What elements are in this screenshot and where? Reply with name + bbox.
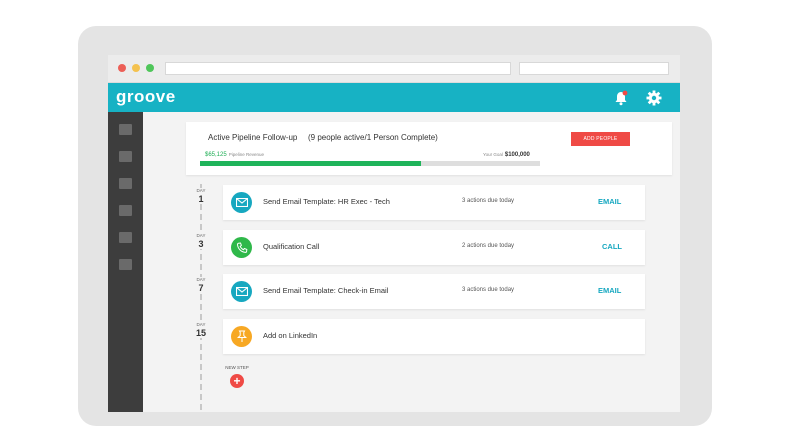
app-window: groove Active Pipeline Follow-up (9 peop…: [108, 55, 680, 412]
email-icon: [231, 281, 252, 302]
progress-track: [200, 161, 540, 166]
add-people-button[interactable]: ADD PEOPLE: [571, 132, 630, 146]
sequence-step[interactable]: Send Email Template: HR Exec - Tech 3 ac…: [223, 185, 645, 220]
day-marker: DAY 15: [185, 322, 217, 338]
sequence-summary-card: Active Pipeline Follow-up (9 people acti…: [186, 122, 672, 175]
step-name: Add on LinkedIn: [263, 331, 318, 340]
timeline-line: [200, 184, 202, 410]
sidebar-item-1[interactable]: [119, 124, 132, 135]
goal-value: $100,000: [504, 152, 530, 158]
day-number: 3: [198, 239, 204, 249]
day-marker: DAY 1: [185, 188, 217, 204]
day-label: DAY: [196, 322, 206, 327]
sequence-title: Active Pipeline Follow-up: [208, 133, 298, 142]
main-content: Active Pipeline Follow-up (9 people acti…: [143, 112, 680, 412]
groove-logo[interactable]: groove: [116, 87, 176, 107]
add-step-button[interactable]: +: [230, 374, 244, 388]
gear-icon[interactable]: [645, 89, 663, 107]
day-label: DAY: [196, 188, 206, 193]
goal-label: Your Goal: [483, 152, 503, 157]
sequence-status: (9 people active/1 Person Complete): [308, 133, 438, 142]
sidebar: [108, 112, 143, 412]
day-number: 1: [198, 194, 204, 204]
revenue-value: $65,125: [205, 152, 227, 158]
step-name: Qualification Call: [263, 242, 320, 251]
step-name: Send Email Template: Check-in Email: [263, 286, 389, 295]
day-label: DAY: [196, 277, 206, 282]
pipeline-revenue: $65,125 Pipeline Revenue: [205, 152, 264, 158]
step-due: 2 actions due today: [462, 243, 515, 249]
phone-icon: [231, 237, 252, 258]
minimize-window-dot[interactable]: [132, 64, 140, 72]
step-due: 3 actions due today: [462, 198, 515, 204]
day-label: DAY: [196, 233, 206, 238]
day-number: 7: [198, 283, 204, 293]
sidebar-item-2[interactable]: [119, 151, 132, 162]
maximize-window-dot[interactable]: [146, 64, 154, 72]
email-icon: [231, 192, 252, 213]
app-header: groove: [108, 83, 680, 112]
email-action-link[interactable]: EMAIL: [598, 197, 621, 206]
address-bar[interactable]: [165, 62, 511, 75]
step-due: 3 actions due today: [462, 287, 515, 293]
new-step-label: NEW STEP: [225, 365, 249, 370]
goal: Your Goal $100,000: [483, 152, 530, 158]
day-marker: DAY 3: [185, 233, 217, 249]
sidebar-item-5[interactable]: [119, 232, 132, 243]
sidebar-item-6[interactable]: [119, 259, 132, 270]
bell-icon[interactable]: [612, 89, 630, 107]
step-name: Send Email Template: HR Exec - Tech: [263, 197, 390, 206]
day-marker: DAY 7: [185, 277, 217, 293]
sidebar-item-3[interactable]: [119, 178, 132, 189]
sidebar-item-4[interactable]: [119, 205, 132, 216]
linkedin-pin-icon: [231, 326, 252, 347]
email-action-link[interactable]: EMAIL: [598, 286, 621, 295]
browser-chrome: [108, 55, 680, 83]
progress-fill: [200, 161, 421, 166]
revenue-label: Pipeline Revenue: [228, 152, 264, 157]
sequence-step[interactable]: Add on LinkedIn: [223, 319, 645, 354]
sequence-step[interactable]: Qualification Call 2 actions due today C…: [223, 230, 645, 265]
sequence-step[interactable]: Send Email Template: Check-in Email 3 ac…: [223, 274, 645, 309]
new-step: NEW STEP: [222, 365, 252, 370]
browser-search-bar[interactable]: [519, 62, 669, 75]
close-window-dot[interactable]: [118, 64, 126, 72]
day-number: 15: [195, 328, 206, 338]
call-action-link[interactable]: CALL: [602, 242, 622, 251]
